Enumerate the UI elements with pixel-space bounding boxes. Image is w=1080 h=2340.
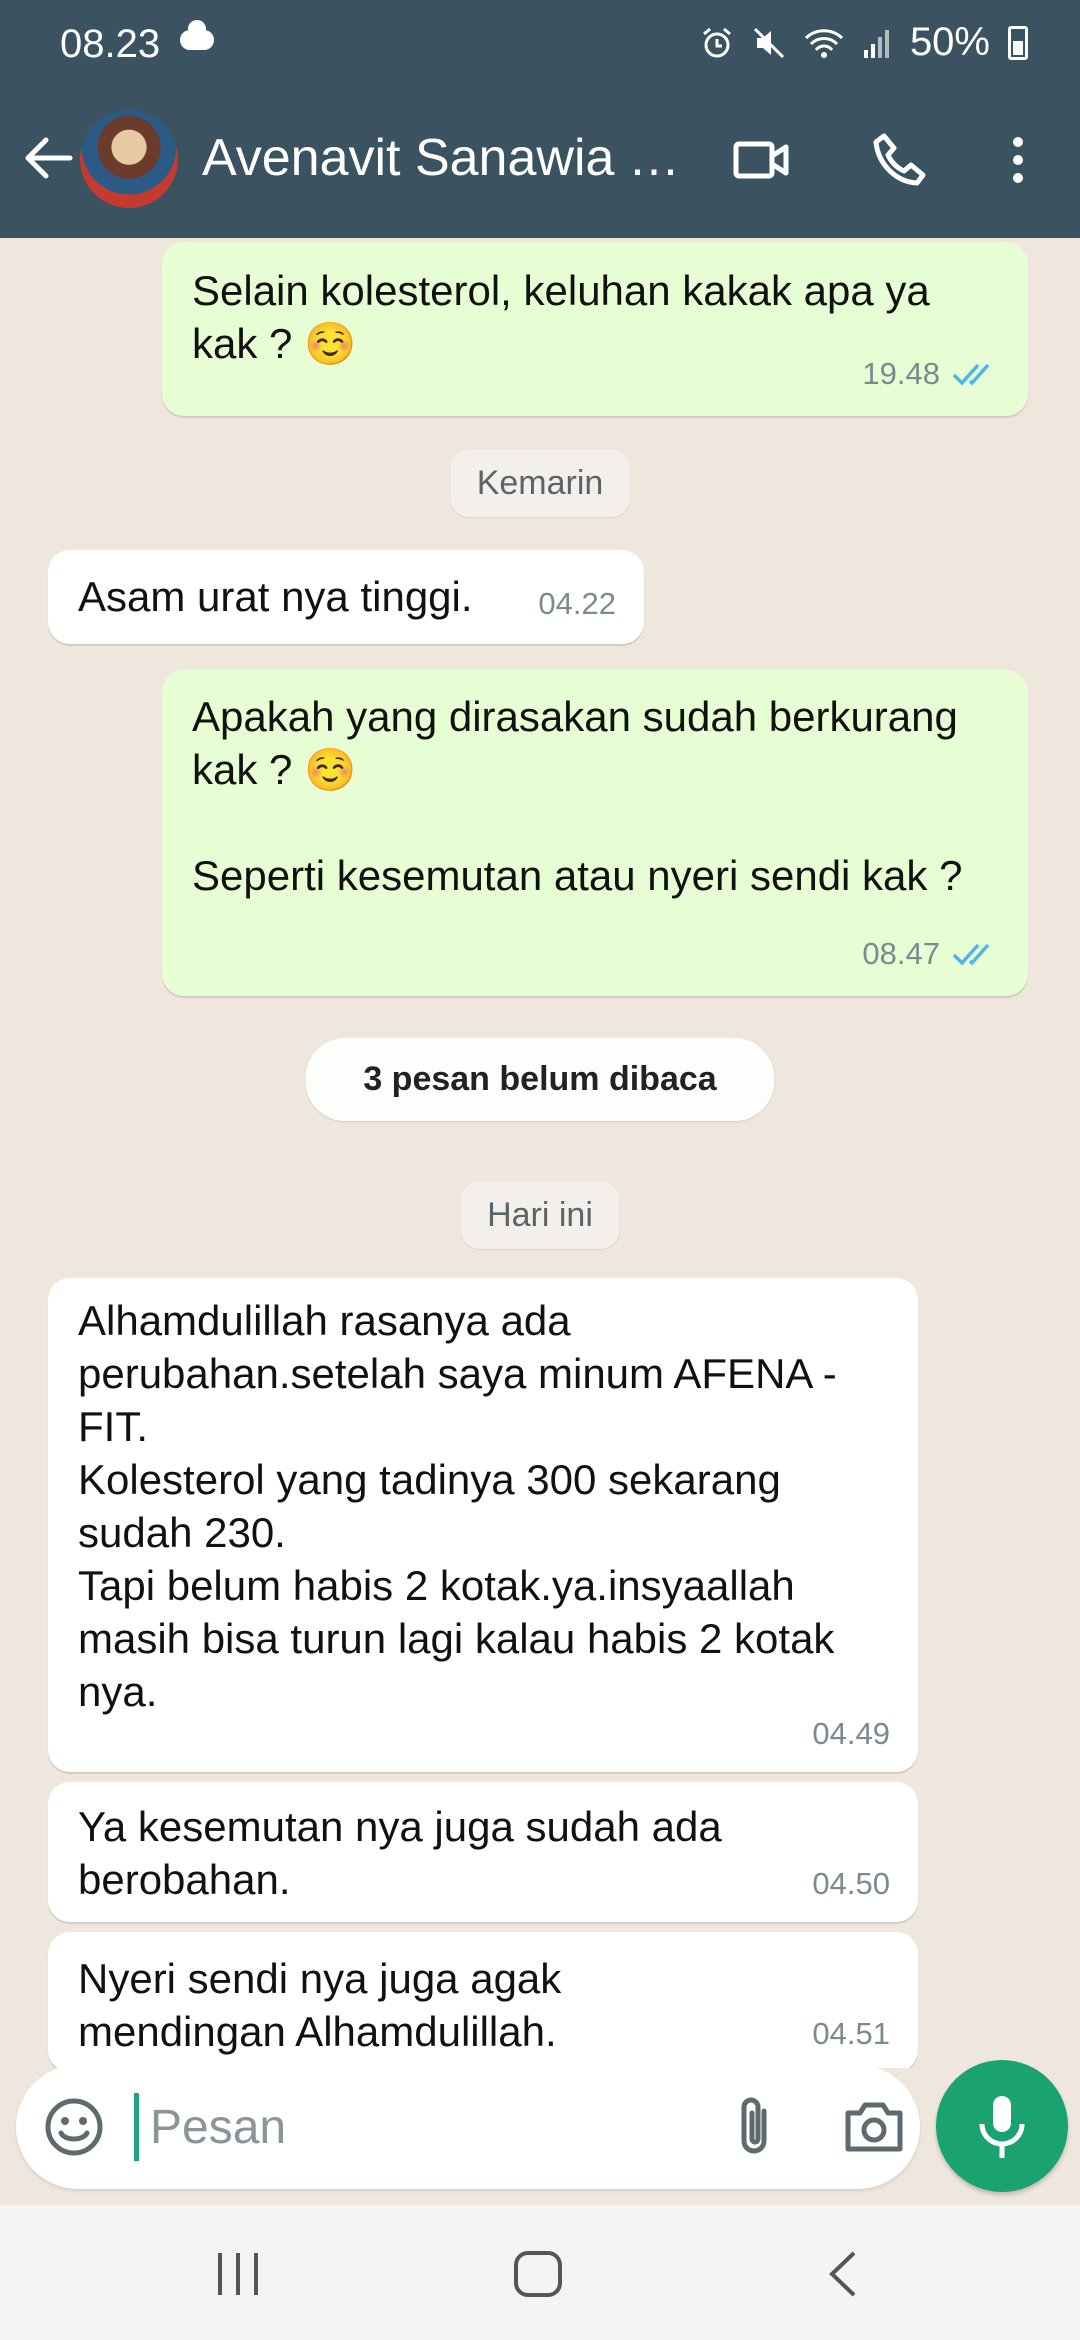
cloud-icon bbox=[180, 20, 214, 50]
message-meta: 04.22 bbox=[538, 577, 616, 630]
message-time: 08.47 bbox=[862, 936, 940, 971]
back-arrow-icon[interactable] bbox=[20, 130, 76, 186]
message-outgoing[interactable]: Apakah yang dirasakan sudah berkurang ka… bbox=[162, 670, 1028, 996]
read-ticks-icon bbox=[952, 943, 990, 966]
message-time: 04.50 bbox=[812, 1866, 890, 1901]
message-time: 04.22 bbox=[538, 586, 616, 621]
status-time: 08.23 bbox=[60, 22, 161, 66]
alarm-icon bbox=[702, 27, 731, 57]
message-incoming[interactable]: Asam urat nya tinggi. 04.22 bbox=[48, 550, 644, 644]
wifi-icon bbox=[804, 28, 843, 58]
status-icons: 50% bbox=[700, 20, 1028, 65]
battery-icon bbox=[1008, 25, 1028, 60]
message-text: Apakah yang dirasakan sudah berkurang ka… bbox=[192, 693, 963, 899]
phone-icon[interactable] bbox=[870, 130, 930, 190]
app-header: 08.23 50% Avenavit Sanawia Y... bbox=[0, 0, 1080, 238]
mic-icon bbox=[979, 2096, 1025, 2158]
message-text: Nyeri sendi nya juga agak mendingan Alha… bbox=[78, 1955, 573, 2055]
home-icon[interactable] bbox=[508, 2249, 568, 2299]
message-time: 04.49 bbox=[812, 1716, 890, 1751]
camera-icon[interactable] bbox=[842, 2097, 906, 2157]
text-cursor bbox=[134, 2093, 139, 2161]
message-input[interactable] bbox=[150, 2089, 710, 2165]
message-outgoing[interactable]: Selain kolesterol, keluhan kakak apa ya … bbox=[162, 242, 1028, 416]
message-meta: 04.50 bbox=[812, 1857, 890, 1910]
signal-icon bbox=[863, 29, 889, 58]
chat-area[interactable]: Selain kolesterol, keluhan kakak apa ya … bbox=[0, 238, 1080, 2068]
more-options-icon[interactable] bbox=[988, 130, 1048, 190]
message-incoming[interactable]: Nyeri sendi nya juga agak mendingan Alha… bbox=[48, 1932, 918, 2068]
back-nav-icon[interactable] bbox=[814, 2249, 874, 2299]
contact-name[interactable]: Avenavit Sanawia Y... bbox=[202, 128, 692, 188]
date-pill-today: Hari ini bbox=[461, 1182, 619, 1249]
message-meta: 04.49 bbox=[812, 1707, 890, 1760]
emoji-icon[interactable] bbox=[42, 2095, 106, 2159]
message-incoming[interactable]: Alhamdulillah rasanya ada perubahan.sete… bbox=[48, 1278, 918, 1772]
message-text: Asam urat nya tinggi. bbox=[78, 573, 473, 620]
message-composer bbox=[16, 2065, 920, 2189]
message-text: Ya kesemutan nya juga sudah ada berobaha… bbox=[78, 1803, 734, 1903]
message-time: 04.51 bbox=[812, 2016, 890, 2051]
battery-percent: 50% bbox=[909, 20, 990, 64]
message-text: Alhamdulillah rasanya ada perubahan.sete… bbox=[78, 1297, 837, 1715]
attach-icon[interactable] bbox=[724, 2093, 788, 2161]
recent-apps-icon[interactable] bbox=[208, 2249, 268, 2299]
read-ticks-icon bbox=[952, 363, 990, 386]
message-meta: 04.51 bbox=[812, 2007, 890, 2060]
message-meta: 08.47 bbox=[862, 927, 1000, 980]
status-bar: 08.23 50% bbox=[0, 0, 1080, 86]
mic-button[interactable] bbox=[936, 2060, 1068, 2192]
date-pill-yesterday: Kemarin bbox=[450, 450, 630, 517]
message-meta: 19.48 bbox=[862, 347, 1000, 400]
video-call-icon[interactable] bbox=[732, 130, 792, 190]
message-incoming[interactable]: Ya kesemutan nya juga sudah ada berobaha… bbox=[48, 1782, 918, 1922]
message-time: 19.48 bbox=[862, 356, 940, 391]
system-nav-bar bbox=[0, 2205, 1080, 2340]
chat-header: Avenavit Sanawia Y... bbox=[0, 100, 1080, 220]
mute-icon bbox=[753, 27, 784, 58]
contact-avatar[interactable] bbox=[80, 110, 178, 208]
unread-messages-banner: 3 pesan belum dibaca bbox=[305, 1038, 775, 1121]
